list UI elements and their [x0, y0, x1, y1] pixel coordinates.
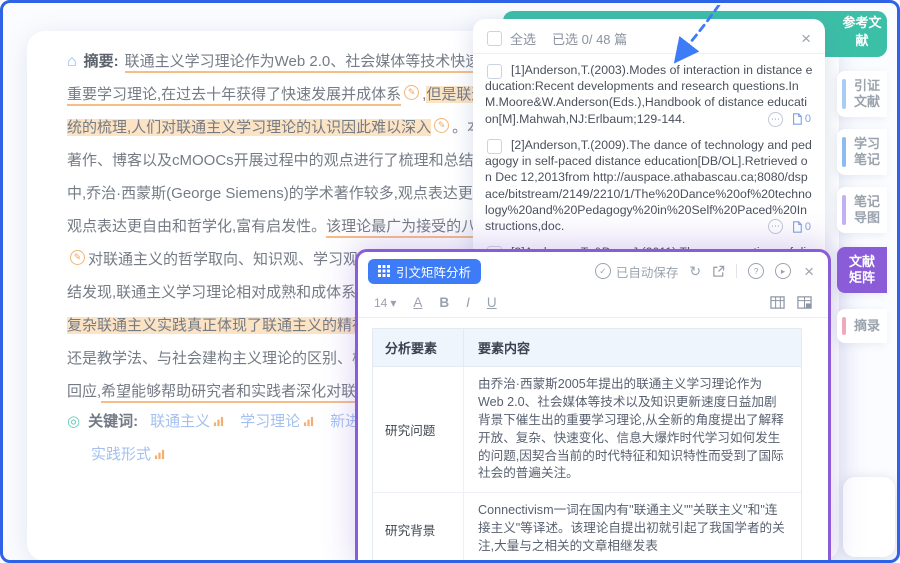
note-count[interactable]: 0 [791, 221, 811, 233]
trend-icon [154, 449, 165, 460]
underline-button[interactable]: U [487, 295, 497, 310]
play-icon[interactable]: ▸ [775, 263, 792, 279]
reference-checkbox[interactable] [487, 138, 502, 154]
citation-matrix-button[interactable]: 引文矩阵分析 [368, 258, 482, 284]
keywords-label: 关键词: [88, 413, 139, 430]
insert-table-icon[interactable] [770, 295, 785, 310]
reference-actions: ⋯0 [761, 219, 811, 235]
divider [736, 264, 738, 278]
column-header: 分析要素 [385, 341, 438, 356]
note-count[interactable]: 0 [791, 113, 811, 125]
sidebar-tab-literature-matrix[interactable]: 文献矩阵 [837, 247, 887, 293]
home-icon: ⌂ [67, 53, 77, 70]
tab-accent-bar [842, 79, 846, 109]
font-size-select[interactable]: 14 ▾ [374, 296, 396, 310]
keyword-link[interactable]: 联通主义 [150, 413, 224, 430]
matrix-panel-header: 引文矩阵分析 ✓ 已自动保存 ↻ ? ▸ × [358, 252, 828, 288]
row-content: 由乔治·西蒙斯2005年提出的联通主义学习理论作为Web 2.0、社会媒体等技术… [463, 367, 801, 493]
refresh-icon[interactable]: ↻ [689, 264, 701, 278]
select-all-label: 全选 [510, 31, 537, 47]
export-icon[interactable] [712, 265, 725, 278]
analysis-table: 分析要素 要素内容 研究问题 由乔治·西蒙斯2005年提出的联通主义学习理论作为… [372, 328, 802, 560]
column-header: 要素内容 [463, 329, 801, 366]
help-icon[interactable]: ? [748, 263, 765, 279]
analysis-table-header: 分析要素 要素内容 [373, 329, 801, 367]
row-label: 研究问题 [385, 424, 436, 439]
target-icon: ◎ [67, 413, 81, 430]
table-row[interactable]: 研究背景 Connectivism一词在国内有"联通主义""关联主义"和"连接主… [373, 493, 801, 560]
annotation-pencil-icon[interactable]: ✎ [434, 117, 450, 133]
sidebar-tab-note-map[interactable]: 笔记导图 [837, 187, 887, 233]
table-settings-icon[interactable] [797, 295, 812, 310]
pointer-arrow [673, 5, 721, 64]
sidebar-tab-citing-literature[interactable]: 引证文献 [837, 71, 887, 117]
check-circle-icon: ✓ [594, 263, 611, 279]
autosave-status: ✓ 已自动保存 [594, 262, 678, 281]
grid-icon [378, 265, 390, 277]
abstract-label: 摘要: [83, 53, 119, 70]
more-icon[interactable]: ⋯ [767, 111, 783, 127]
annotation-pencil-icon[interactable]: ✎ [70, 249, 85, 265]
close-icon[interactable]: × [804, 263, 814, 280]
sidebar-tab-study-notes[interactable]: 学习笔记 [837, 129, 887, 175]
select-all-checkbox[interactable] [487, 30, 502, 46]
sidebar-tab-excerpts[interactable]: 摘录 [837, 309, 887, 343]
reference-item[interactable]: [2]Anderson,T.(2009).The dance of techno… [485, 137, 813, 235]
table-row[interactable]: 研究问题 由乔治·西蒙斯2005年提出的联通主义学习理论作为Web 2.0、社会… [373, 367, 801, 494]
app-frame: ⌂ 摘要: 联通主义学习理论作为Web 2.0、社会媒体等技术快速发展以及知识更新速… [0, 0, 900, 563]
annotation-pencil-icon[interactable]: ✎ [404, 84, 420, 100]
row-label: 研究背景 [385, 523, 436, 538]
matrix-toolbar: 14 ▾ A B I U [358, 288, 828, 318]
table-tools [770, 295, 812, 310]
chevron-down-icon: ▾ [390, 295, 397, 310]
more-icon[interactable]: ⋯ [767, 219, 783, 235]
matrix-panel-actions: ✓ 已自动保存 ↻ ? ▸ × [594, 262, 814, 281]
citation-matrix-panel: 引文矩阵分析 ✓ 已自动保存 ↻ ? ▸ × 14 ▾ A B I U 分析要素… [355, 249, 831, 560]
row-content: Connectivism一词在国内有"联通主义""关联主义"和"连接主义"等译述… [463, 493, 801, 560]
reference-actions: ⋯0 [761, 111, 811, 127]
keyword-link[interactable]: 学习理论 [240, 413, 314, 430]
trend-icon [214, 416, 224, 427]
sidebar-tab-references[interactable]: 参考文献 [839, 14, 885, 50]
close-icon[interactable]: × [801, 30, 811, 47]
reference-checkbox[interactable] [487, 64, 502, 79]
font-color-button[interactable]: A [413, 295, 422, 310]
keyword-link[interactable]: 实践形式 [91, 446, 165, 463]
trend-icon [304, 416, 314, 427]
tab-accent-bar [842, 317, 846, 335]
tab-accent-bar [842, 195, 846, 225]
background-card-edge [843, 477, 895, 557]
tab-accent-bar [842, 137, 846, 167]
bold-button[interactable]: B [439, 295, 449, 310]
page-icon [792, 113, 802, 126]
italic-button[interactable]: I [466, 295, 470, 310]
page-icon [792, 220, 802, 233]
